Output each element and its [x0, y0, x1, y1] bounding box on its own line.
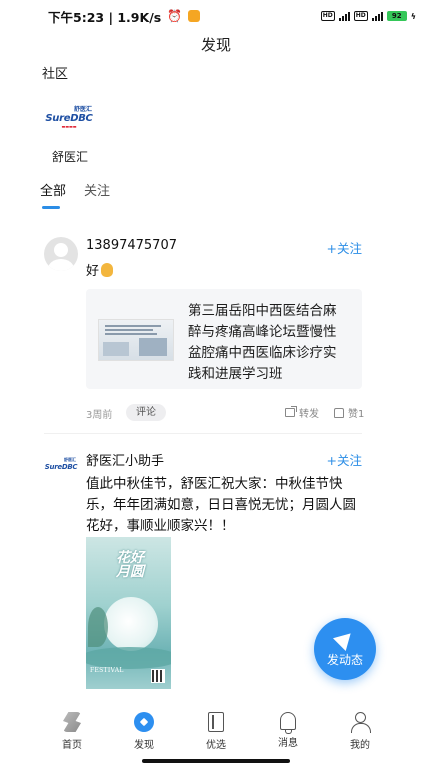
nav-messages-label: 消息 — [278, 738, 298, 749]
tab-all[interactable]: 全部 — [40, 180, 66, 199]
book-icon — [208, 712, 224, 732]
community-logo-shuyihui[interactable]: 舒医汇 SureDBC ▬▬▬▬ — [44, 96, 94, 136]
status-right: HD HD 92 ϟ — [320, 11, 416, 21]
festival-poster-image[interactable]: 花好月圆 FESTIVAL — [86, 537, 171, 689]
share-icon — [285, 406, 297, 417]
poster-title: 花好月圆 — [116, 550, 144, 580]
avatar[interactable] — [44, 237, 78, 271]
thumbs-up-icon — [334, 407, 344, 418]
follow-button[interactable]: +关注 — [327, 238, 362, 257]
hd-icon-2: HD — [353, 11, 368, 21]
nav-home[interactable]: 首页 — [50, 712, 94, 768]
follow-button[interactable]: +关注 — [327, 450, 362, 469]
fab-label: 发动态 — [326, 652, 363, 667]
tab-following[interactable]: 关注 — [84, 180, 110, 199]
signal-4g-icon — [371, 11, 383, 21]
hd-icon: HD — [320, 11, 335, 21]
post-text-content: 好 — [86, 264, 100, 279]
community-section-label: 社区 — [42, 67, 69, 82]
qr-code-icon — [151, 669, 165, 683]
home-logo-icon — [63, 712, 81, 732]
home-indicator — [142, 759, 290, 763]
feed-tabs: 全部 关注 — [40, 180, 110, 199]
logo-main-part: Sure — [45, 112, 71, 124]
like-label: 赞1 — [348, 409, 365, 420]
shared-link-card[interactable]: 第三届岳阳中西医结合麻醉与疼痛高峰论坛暨慢性盆腔痛中西医临床诊疗实践和进展学习班 — [86, 289, 362, 389]
logo-accent-part: DBC — [70, 112, 93, 124]
nav-featured-label: 优选 — [206, 740, 226, 751]
logo-sub-bar: ▬▬▬▬ — [61, 123, 77, 129]
bottom-navigation: 首页 发现 优选 消息 我的 — [0, 700, 432, 768]
nav-discover-label: 发现 — [134, 740, 154, 751]
alarm-icon: ⏰ — [167, 9, 183, 23]
community-item-name[interactable]: 舒医汇 — [52, 148, 88, 165]
post-author[interactable]: 舒医汇小助手 — [86, 450, 164, 469]
poster-moon — [104, 597, 158, 651]
page-title: 发现 — [200, 36, 231, 54]
user-icon — [351, 712, 371, 733]
logo-top-text: 舒医汇 — [73, 105, 92, 113]
compass-icon — [134, 712, 154, 732]
post-time: 3周前 — [86, 410, 113, 421]
signal-5g-icon — [338, 11, 350, 21]
logo-main-text: SureDBC — [45, 112, 93, 124]
like-button[interactable]: 赞1 — [334, 405, 364, 420]
post-text: 好 — [86, 261, 366, 282]
assistant-avatar[interactable]: 舒医汇 SureDBC — [44, 457, 78, 475]
share-label: 转发 — [299, 409, 319, 420]
share-button[interactable]: 转发 — [285, 405, 319, 420]
post-update-button[interactable]: 发动态 — [314, 618, 376, 680]
poster-leaf — [88, 607, 108, 647]
link-thumbnail — [98, 319, 174, 361]
post-author[interactable]: 13897475707 — [86, 238, 177, 253]
logo-main-part: Sure — [44, 463, 62, 471]
ok-hand-emoji-icon — [101, 263, 114, 277]
post-text: 值此中秋佳节，舒医汇祝大家：中秋佳节快乐，年年团满如意，日日喜悦无忧；月圆人圆花… — [86, 476, 356, 534]
status-time-speed: 下午5:23 | 1.9K/s — [48, 9, 162, 25]
post-divider — [44, 433, 362, 434]
paper-plane-icon — [332, 626, 358, 651]
logo-main-text: SureDBC — [44, 463, 78, 471]
battery-icon: 92 — [386, 11, 407, 21]
tab-active-indicator — [42, 206, 60, 209]
logo-accent-part: DBC — [61, 463, 78, 471]
comment-button[interactable]: 评论 — [126, 404, 166, 421]
status-bar: 下午5:23 | 1.9K/s ⏰ HD HD 92 ϟ — [0, 0, 432, 32]
nav-profile[interactable]: 我的 — [338, 712, 382, 768]
status-left: 下午5:23 | 1.9K/s ⏰ — [48, 7, 201, 26]
bell-icon — [280, 712, 296, 734]
app-notification-icon — [188, 10, 201, 22]
charging-icon: ϟ — [410, 11, 416, 21]
nav-home-label: 首页 — [62, 740, 82, 751]
nav-profile-label: 我的 — [350, 740, 370, 751]
link-card-title: 第三届岳阳中西医结合麻醉与疼痛高峰论坛暨慢性盆腔痛中西医临床诊疗实践和进展学习班 — [188, 303, 337, 382]
poster-wave — [86, 647, 171, 669]
poster-footer: FESTIVAL — [90, 667, 124, 674]
